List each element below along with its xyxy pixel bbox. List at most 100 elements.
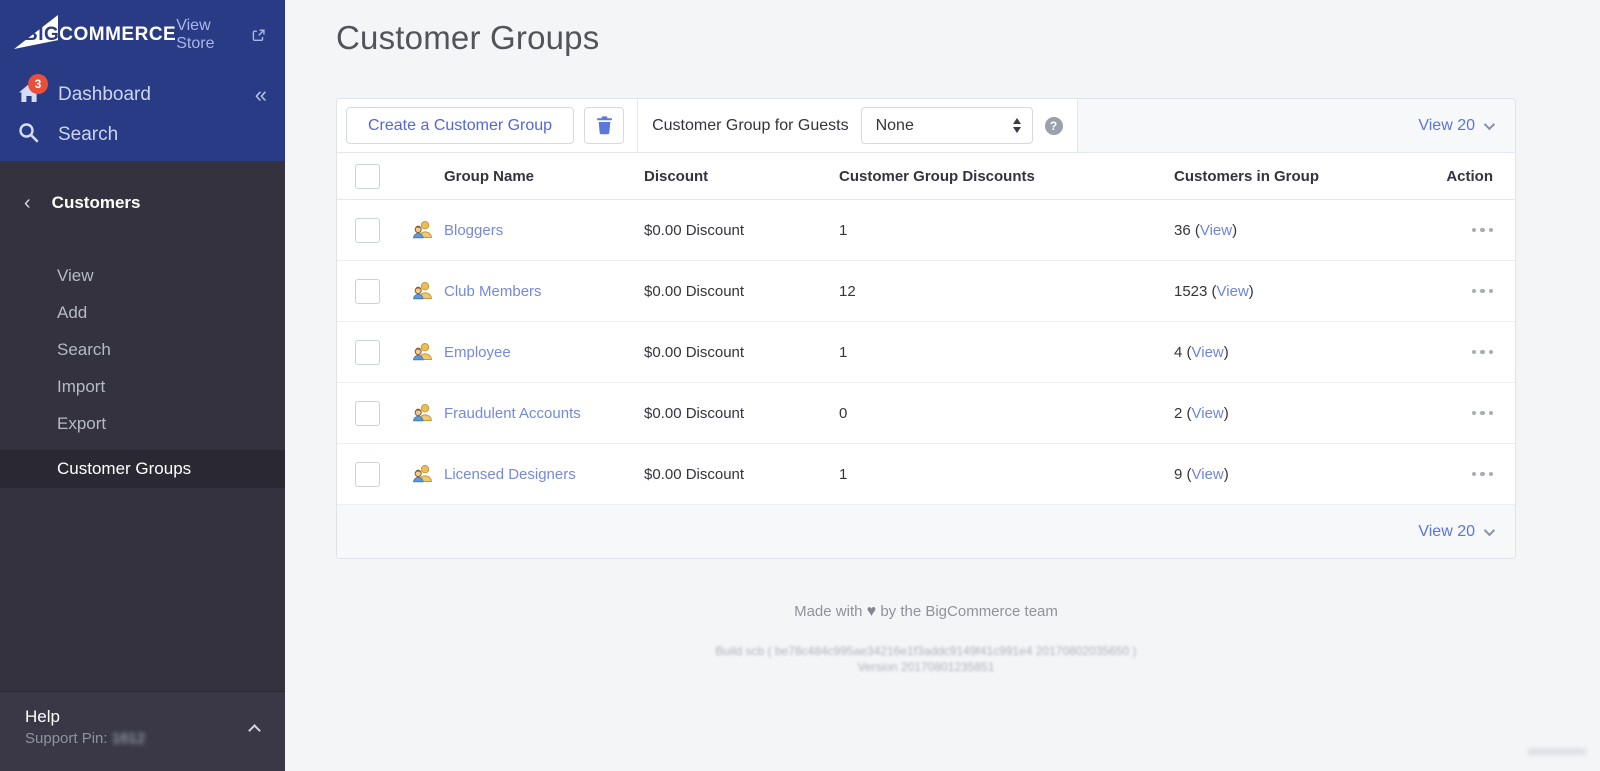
page-title: Customer Groups (336, 19, 1600, 57)
top-pagination-bar: View 20 (1077, 99, 1515, 152)
group-name-link[interactable]: Club Members (444, 283, 644, 300)
sidebar-item-view[interactable]: View (0, 257, 285, 294)
back-chevron-icon[interactable]: ‹ (24, 193, 31, 213)
group-name-link[interactable]: Bloggers (444, 222, 644, 239)
view-per-page-bottom-link[interactable]: View 20 (1418, 523, 1492, 541)
main-content: Customer Groups Create a Customer Group (285, 0, 1600, 771)
guests-group-selected-value: None (876, 117, 914, 135)
guests-group-select[interactable]: None (861, 107, 1033, 144)
notification-badge: 3 (28, 74, 48, 94)
customer-group-icon (411, 220, 433, 240)
create-customer-group-button[interactable]: Create a Customer Group (346, 107, 574, 144)
guests-group-section: Customer Group for Guests None ? (637, 99, 1077, 152)
logo-text-big: BIG (16, 24, 59, 46)
sidebar-item-dashboard[interactable]: 3 Dashboard « (0, 78, 285, 112)
discount-cell: $0.00 Discount (644, 405, 839, 422)
build-line: Build scb ( be78c484c995ae34216e1f3addc9… (336, 643, 1516, 659)
table-row: Licensed Designers $0.00 Discount 1 9 (V… (337, 444, 1515, 505)
delete-selected-button[interactable] (584, 107, 624, 144)
dashboard-label: Dashboard (58, 84, 255, 106)
search-icon (18, 122, 39, 143)
view-customers-link[interactable]: View (1217, 283, 1249, 300)
group-name-link[interactable]: Licensed Designers (444, 466, 644, 483)
guests-group-label: Customer Group for Guests (652, 117, 849, 135)
table-header-row: Group Name Discount Customer Group Disco… (337, 153, 1515, 200)
heart-icon: ♥ (867, 603, 877, 620)
help-icon[interactable]: ? (1045, 117, 1063, 135)
customers-in-group-cell: 36 (View) (1174, 222, 1434, 239)
sidebar: BIGCOMMERCE View Store 3 Dashb (0, 0, 285, 771)
sidebar-item-search-customers[interactable]: Search (0, 331, 285, 368)
sidebar-item-add[interactable]: Add (0, 294, 285, 331)
chevron-down-icon (1484, 524, 1495, 535)
discount-cell: $0.00 Discount (644, 222, 839, 239)
group-name-link[interactable]: Fraudulent Accounts (444, 405, 644, 422)
row-actions-menu-icon[interactable] (1472, 283, 1494, 300)
customers-in-group-cell: 4 (View) (1174, 344, 1434, 361)
column-header-discount: Discount (644, 168, 839, 185)
row-checkbox[interactable] (355, 340, 380, 365)
sidebar-section-title: Customers (52, 193, 141, 213)
group-discounts-cell: 1 (839, 344, 1174, 361)
logo-text-commerce: COMMERCE (59, 24, 176, 46)
sidebar-menu-section: ‹ Customers View Add Search Import Expor… (0, 161, 285, 488)
version-line: Version 20170801235851 (336, 659, 1516, 675)
select-stepper-icon (1013, 118, 1021, 133)
view-per-page-top-link[interactable]: View 20 (1418, 117, 1492, 135)
build-info: Build scb ( be78c484c995ae34216e1f3addc9… (336, 643, 1516, 675)
support-pin-label: Support Pin: (25, 730, 108, 747)
view-customers-link[interactable]: View (1192, 405, 1224, 422)
support-pin-value: 1612 (112, 730, 145, 747)
customers-in-group-cell: 2 (View) (1174, 405, 1434, 422)
discount-cell: $0.00 Discount (644, 283, 839, 300)
view-customers-link[interactable]: View (1192, 344, 1224, 361)
table-row: Fraudulent Accounts $0.00 Discount 0 2 (… (337, 383, 1515, 444)
group-discounts-cell: 1 (839, 466, 1174, 483)
made-with-footer: Made with ♥ by the BigCommerce team (336, 603, 1516, 621)
collapse-sidebar-icon[interactable]: « (255, 84, 267, 106)
group-discounts-cell: 0 (839, 405, 1174, 422)
customer-group-icon (411, 464, 433, 484)
column-header-action: Action (1434, 168, 1515, 185)
sidebar-item-search[interactable]: Search (0, 118, 285, 152)
sidebar-item-customer-groups[interactable]: Customer Groups (0, 450, 285, 488)
view-store-link[interactable]: View Store (176, 17, 265, 53)
customer-group-icon (411, 403, 433, 423)
trash-icon (596, 116, 613, 135)
help-panel[interactable]: Help Support Pin: 1612 (0, 691, 285, 771)
discount-cell: $0.00 Discount (644, 344, 839, 361)
sidebar-item-export[interactable]: Export (0, 405, 285, 442)
group-name-link[interactable]: Employee (444, 344, 644, 361)
customer-group-icon (411, 342, 433, 362)
view-per-page-bottom-label: View 20 (1418, 523, 1475, 541)
row-checkbox[interactable] (355, 218, 380, 243)
row-checkbox[interactable] (355, 462, 380, 487)
select-all-checkbox[interactable] (355, 164, 380, 189)
customers-in-group-cell: 1523 (View) (1174, 283, 1434, 300)
view-customers-link[interactable]: View (1192, 466, 1224, 483)
group-discounts-cell: 1 (839, 222, 1174, 239)
app-root: BIGCOMMERCE View Store 3 Dashb (0, 0, 1600, 771)
column-header-customers-in-group: Customers in Group (1174, 168, 1434, 185)
chevron-down-icon (1484, 118, 1495, 129)
row-actions-menu-icon[interactable] (1472, 344, 1494, 361)
customer-groups-panel: Create a Customer Group Customer Group f… (336, 98, 1516, 559)
bigcommerce-logo[interactable]: BIGCOMMERCE (16, 24, 176, 46)
row-actions-menu-icon[interactable] (1472, 466, 1494, 483)
table-row: Employee $0.00 Discount 1 4 (View) (337, 322, 1515, 383)
toolbar: Create a Customer Group Customer Group f… (337, 99, 1515, 153)
column-header-group-name: Group Name (444, 168, 644, 185)
view-customers-link[interactable]: View (1200, 222, 1232, 239)
view-per-page-top-label: View 20 (1418, 117, 1475, 135)
row-actions-menu-icon[interactable] (1472, 405, 1494, 422)
row-checkbox[interactable] (355, 401, 380, 426)
sidebar-item-import[interactable]: Import (0, 368, 285, 405)
table-row: Club Members $0.00 Discount 12 1523 (Vie… (337, 261, 1515, 322)
view-store-label: View Store (176, 17, 244, 53)
row-checkbox[interactable] (355, 279, 380, 304)
row-actions-menu-icon[interactable] (1472, 222, 1494, 239)
customers-menu: View Add Search Import Export Customer G… (0, 257, 285, 488)
help-title: Help (25, 707, 265, 727)
corner-watermark (1528, 748, 1586, 755)
search-label: Search (58, 124, 267, 146)
